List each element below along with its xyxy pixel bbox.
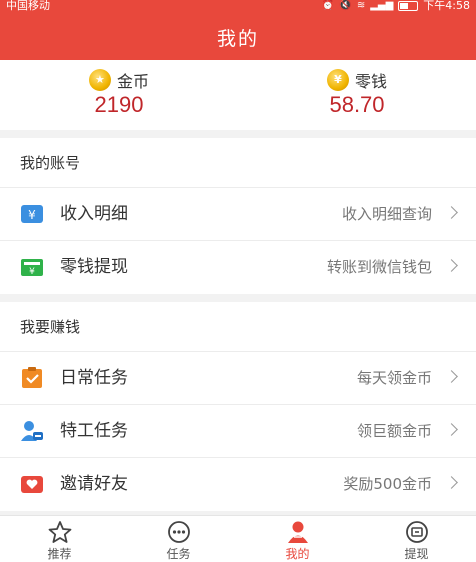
row-label: 零钱提现 [60, 257, 128, 277]
row-hint: 收入明细查询 [341, 205, 432, 223]
row-label: 特工任务 [60, 421, 128, 441]
coins-label: 金币 [116, 72, 149, 91]
daily-task-row[interactable]: 日常任务 每天领金币 [0, 352, 476, 405]
svg-text:¥: ¥ [29, 267, 35, 277]
chevron-right-icon [445, 423, 458, 436]
change-balance[interactable]: ¥ 零钱 58.70 [238, 60, 476, 130]
row-label: 邀请好友 [60, 474, 128, 494]
section-title: 我要赚钱 [0, 302, 476, 352]
row-label: 收入明细 [60, 204, 128, 224]
row-hint: 奖励500金币 [343, 475, 432, 493]
battery-icon [398, 1, 419, 11]
balance-card: ★ 金币 2190 ¥ 零钱 58.70 [0, 60, 476, 130]
tab-label: 提现 [404, 547, 429, 561]
mute-icon: 🔇 [339, 0, 352, 11]
clipboard-check-icon [20, 367, 44, 389]
invite-friends-row[interactable]: 邀请好友 奖励500金币 [0, 458, 476, 511]
wifi-icon: ≋ [356, 0, 366, 11]
withdraw-change-row[interactable]: ¥ 零钱提现 转账到微信钱包 [0, 241, 476, 294]
user-icon [285, 520, 311, 544]
tab-withdraw[interactable]: 提现 [357, 516, 476, 562]
heart-envelope-icon [20, 473, 44, 495]
agent-icon [20, 420, 44, 442]
chevron-right-icon [445, 370, 458, 383]
chevron-right-icon [445, 206, 458, 219]
star-icon [47, 520, 73, 544]
coins-balance[interactable]: ★ 金币 2190 [0, 60, 238, 130]
coins-value: 2190 [94, 92, 144, 117]
carrier-label: 中国移动 [6, 0, 50, 12]
row-hint: 转账到微信钱包 [326, 258, 432, 276]
chat-dots-icon [166, 520, 192, 544]
bottom-tab-bar: 推荐 任务 我的 提现 [0, 515, 476, 562]
section-title: 我的账号 [0, 138, 476, 188]
signal-icon: ▂▄▆ [370, 0, 394, 11]
tab-label: 推荐 [47, 547, 72, 561]
status-bar: 中国移动 ⏰ 🔇 ≋ ▂▄▆ 下午4:58 [0, 0, 476, 14]
tab-label: 我的 [285, 547, 310, 561]
yuan-coin-icon: ¥ [326, 69, 349, 91]
row-label: 日常任务 [60, 368, 128, 388]
change-value: 58.70 [329, 92, 385, 117]
tab-label: 任务 [166, 547, 191, 561]
wallet-icon: ¥ [20, 256, 44, 278]
status-time: 下午4:58 [423, 0, 470, 12]
yuan-card-icon: ¥ [20, 203, 44, 225]
svg-text:¥: ¥ [28, 208, 36, 222]
page-title: 我的 [216, 28, 259, 50]
withdraw-icon [404, 520, 430, 544]
row-hint: 领巨额金币 [356, 422, 432, 440]
alarm-icon: ⏰ [321, 0, 335, 11]
account-section: 我的账号 ¥ 收入明细 收入明细查询 ¥ 零钱提现 转账到微信钱包 [0, 138, 476, 294]
earn-section: 我要赚钱 日常任务 每天领金币 特工任务 领巨额金币 邀请好友 奖励500金币 [0, 302, 476, 511]
chevron-right-icon [445, 476, 458, 489]
income-detail-row[interactable]: ¥ 收入明细 收入明细查询 [0, 188, 476, 241]
coin-icon: ★ [88, 69, 111, 91]
tab-tasks[interactable]: 任务 [119, 516, 238, 562]
top-header: 中国移动 ⏰ 🔇 ≋ ▂▄▆ 下午4:58 我的 [0, 0, 476, 60]
row-hint: 每天领金币 [356, 369, 432, 387]
chevron-right-icon [445, 259, 458, 272]
agent-task-row[interactable]: 特工任务 领巨额金币 [0, 405, 476, 458]
tab-recommend[interactable]: 推荐 [0, 516, 119, 562]
change-label: 零钱 [354, 72, 387, 91]
tab-mine[interactable]: 我的 [238, 516, 357, 562]
